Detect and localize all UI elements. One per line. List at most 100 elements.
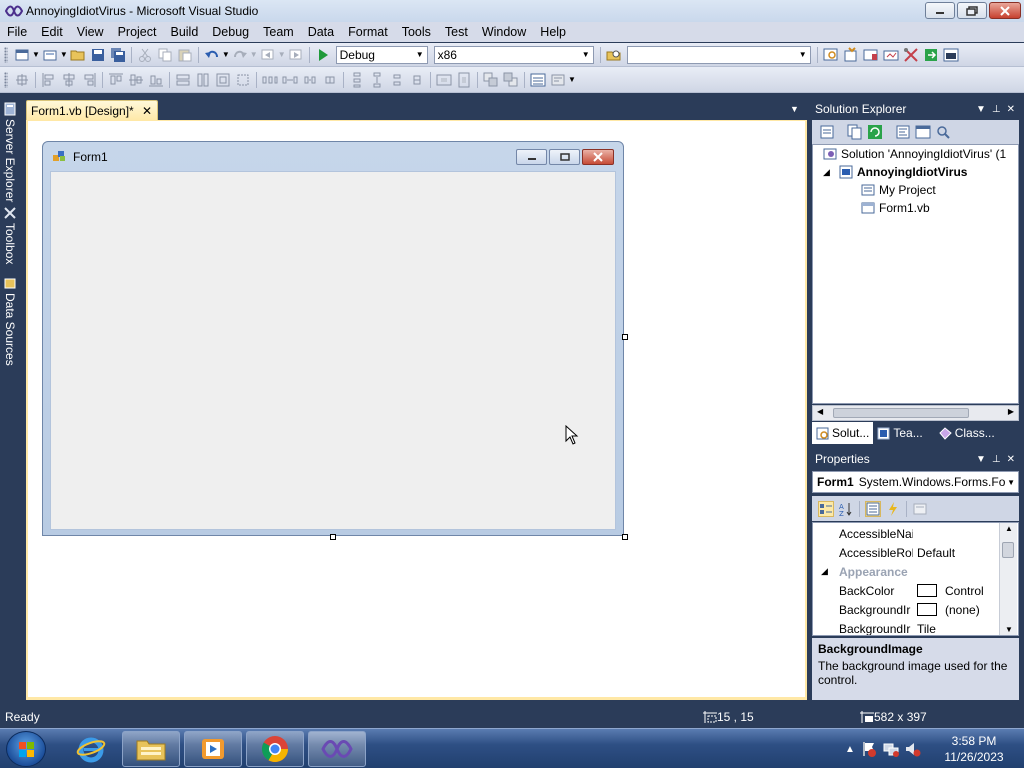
show-hidden-icons-icon[interactable]: ▲ [845, 744, 855, 755]
menu-debug[interactable]: Debug [205, 22, 256, 42]
toolbox-tab[interactable]: Toolbox [2, 206, 18, 264]
navigate-backward-button[interactable] [260, 47, 276, 63]
tree-item-project[interactable]: ◢ AnnoyingIdiotVirus [823, 165, 967, 179]
close-button[interactable] [989, 2, 1021, 19]
make-same-width-button[interactable] [175, 72, 191, 88]
property-pages-button[interactable] [912, 501, 928, 517]
volume-icon[interactable] [905, 741, 921, 757]
tab-solution-explorer[interactable]: Solut... [812, 422, 874, 444]
scroll-right-icon[interactable]: ▶ [1008, 407, 1014, 416]
start-page-button[interactable] [923, 47, 939, 63]
align-rights-button[interactable] [81, 72, 97, 88]
undo-dropdown-icon[interactable]: ▼ [222, 50, 230, 59]
show-all-files-button[interactable] [847, 124, 863, 140]
resize-handle-right[interactable] [622, 334, 628, 340]
tab-order-button[interactable] [530, 72, 546, 88]
center-horizontally-button[interactable] [436, 72, 452, 88]
save-all-button[interactable] [110, 47, 126, 63]
document-list-dropdown-icon[interactable]: ▼ [790, 104, 799, 114]
decrease-horizontal-spacing-button[interactable] [302, 72, 318, 88]
solution-explorer-header[interactable]: Solution Explorer ▼ ⊥ ✕ [812, 100, 1019, 118]
property-row[interactable]: BackgroundIr Tile [813, 619, 1003, 636]
taskbar-media-player[interactable] [184, 731, 242, 767]
expander-icon[interactable]: ◢ [823, 167, 839, 178]
align-tops-button[interactable] [108, 72, 124, 88]
properties-object-selector[interactable]: Form1 System.Windows.Forms.Fo ▼ [812, 471, 1019, 493]
menu-data[interactable]: Data [301, 22, 341, 42]
new-project-dropdown-icon[interactable]: ▼ [32, 50, 40, 59]
restore-button[interactable] [957, 2, 987, 19]
tab-form1-design[interactable]: Form1.vb [Design]* ✕ [26, 100, 158, 121]
increase-horizontal-spacing-button[interactable] [282, 72, 298, 88]
menu-help[interactable]: Help [533, 22, 573, 42]
align-to-grid-button[interactable] [14, 72, 30, 88]
tab-team-explorer[interactable]: Tea... [873, 422, 926, 444]
scroll-up-icon[interactable]: ▲ [1005, 524, 1013, 533]
add-item-button[interactable] [42, 47, 58, 63]
size-to-grid-button[interactable] [235, 72, 251, 88]
open-file-button[interactable] [70, 47, 86, 63]
refresh-button[interactable] [867, 124, 883, 140]
remove-horizontal-spacing-button[interactable] [322, 72, 338, 88]
make-same-height-button[interactable] [195, 72, 211, 88]
property-value-cell[interactable]: (none) [917, 603, 980, 617]
extension-manager-button[interactable] [903, 47, 919, 63]
add-item-dropdown-icon[interactable]: ▼ [60, 50, 68, 59]
toolbar-grip[interactable] [4, 71, 8, 88]
menu-tools[interactable]: Tools [395, 22, 438, 42]
find-combo[interactable]: ▼ [626, 45, 811, 64]
view-designer-button[interactable] [915, 124, 931, 140]
property-row[interactable]: BackColor Control [813, 581, 1003, 600]
categorized-button[interactable] [818, 500, 834, 517]
property-row[interactable]: AccessibleNai [813, 524, 1003, 543]
menu-team[interactable]: Team [256, 22, 301, 42]
bring-to-front-button[interactable] [483, 72, 499, 88]
property-row[interactable]: BackgroundIr (none) [813, 600, 1003, 619]
scrollbar-thumb[interactable] [833, 408, 969, 418]
tree-item-my-project[interactable]: My Project [861, 183, 936, 197]
taskbar-visual-studio[interactable] [308, 731, 366, 767]
property-value-cell[interactable]: Control [917, 584, 984, 598]
navigate-backward-dropdown-icon[interactable]: ▼ [278, 50, 286, 59]
align-lefts-button[interactable] [41, 72, 57, 88]
server-explorer-tab[interactable]: Server Explorer [2, 102, 18, 202]
scrollbar-thumb[interactable] [1002, 542, 1014, 558]
window-title-bar[interactable]: AnnoyingIdiotVirus - Microsoft Visual St… [0, 0, 1024, 22]
redo-button[interactable] [232, 47, 248, 63]
menu-build[interactable]: Build [163, 22, 205, 42]
menu-view[interactable]: View [70, 22, 111, 42]
menu-file[interactable]: File [0, 22, 34, 42]
start-button[interactable] [6, 731, 46, 767]
align-middles-button[interactable] [128, 72, 144, 88]
property-grid-vertical-scrollbar[interactable]: ▲ ▼ [999, 523, 1017, 635]
tab-class-view[interactable]: Class... [935, 422, 999, 444]
cut-button[interactable] [137, 47, 153, 63]
toolbar-options-button[interactable] [550, 72, 566, 88]
properties-view-button[interactable] [865, 500, 881, 517]
toolbar-overflow-icon[interactable]: ▼ [568, 75, 576, 84]
resize-handle-bottom-right[interactable] [622, 534, 628, 540]
window-position-icon[interactable]: ▼ [976, 454, 986, 465]
paste-button[interactable] [177, 47, 193, 63]
menu-project[interactable]: Project [111, 22, 164, 42]
form1-client-area[interactable] [50, 171, 616, 530]
navigate-forward-button[interactable] [288, 47, 304, 63]
alphabetical-button[interactable]: AZ [838, 501, 854, 517]
remove-vertical-spacing-button[interactable] [409, 72, 425, 88]
resize-handle-bottom[interactable] [330, 534, 336, 540]
property-row[interactable]: AccessibleRol Default [813, 543, 1003, 562]
tree-item-form1[interactable]: Form1.vb [861, 201, 930, 215]
menu-test[interactable]: Test [438, 22, 475, 42]
save-button[interactable] [90, 47, 106, 63]
make-vertical-spacing-equal-button[interactable] [349, 72, 365, 88]
send-to-back-button[interactable] [503, 72, 519, 88]
properties-window-button[interactable] [843, 46, 859, 63]
data-sources-tab[interactable]: Data Sources [2, 276, 18, 366]
action-center-flag-icon[interactable] [861, 741, 877, 757]
redo-dropdown-icon[interactable]: ▼ [250, 50, 258, 59]
taskbar-internet-explorer[interactable] [62, 731, 120, 767]
close-icon[interactable]: ✕ [1007, 454, 1015, 465]
make-same-size-button[interactable] [215, 72, 231, 88]
property-value[interactable]: Tile [917, 622, 936, 636]
align-bottoms-button[interactable] [148, 72, 164, 88]
